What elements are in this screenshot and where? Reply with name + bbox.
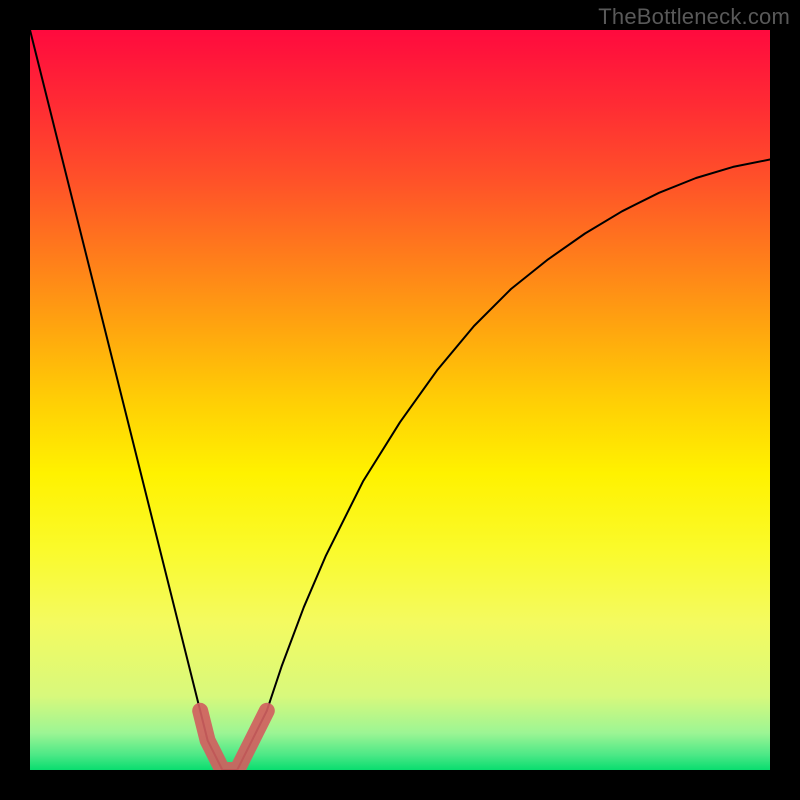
chart-svg xyxy=(30,30,770,770)
gradient-background xyxy=(30,30,770,770)
outer-frame: TheBottleneck.com xyxy=(0,0,800,800)
chart-plot-area xyxy=(30,30,770,770)
watermark-text: TheBottleneck.com xyxy=(598,4,790,30)
